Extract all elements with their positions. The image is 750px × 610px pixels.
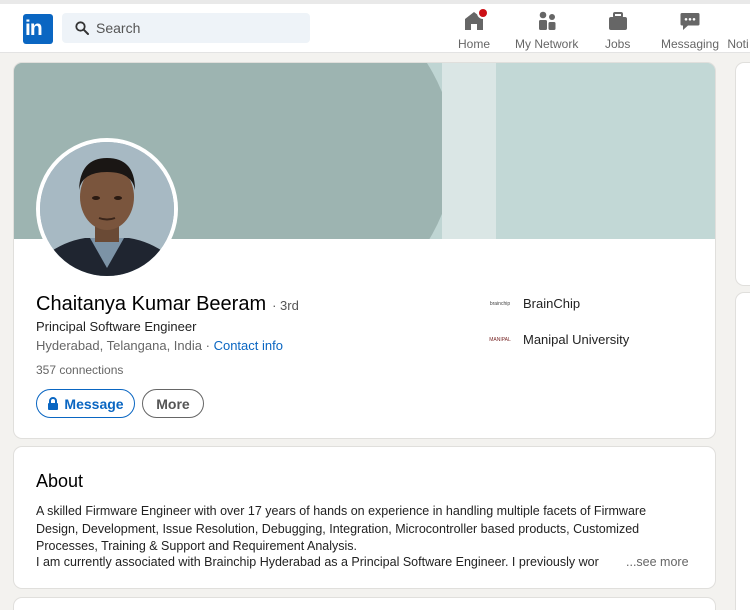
message-button-label: Message xyxy=(64,395,124,412)
education-school-name: Manipal University xyxy=(523,332,630,347)
right-rail-card-2 xyxy=(736,293,750,610)
search-icon xyxy=(75,21,89,35)
brainchip-logo: brainchip xyxy=(489,300,511,307)
education-school[interactable]: MANIPAL Manipal University xyxy=(484,332,629,347)
nav-messaging[interactable]: Messaging xyxy=(661,10,719,51)
more-button[interactable]: More xyxy=(142,389,204,418)
about-title: About xyxy=(36,471,84,491)
profile-avatar[interactable] xyxy=(36,138,178,280)
home-icon xyxy=(463,7,489,32)
profile-name: Chaitanya Kumar Beeram · 3rd xyxy=(36,293,299,316)
top-nav-bar: in Home My Network xyxy=(0,0,750,53)
briefcase-icon xyxy=(607,10,629,32)
nav-home-label: Home xyxy=(458,37,491,51)
nav-my-network-label: My Network xyxy=(515,37,579,51)
network-icon xyxy=(536,10,558,32)
right-rail-card xyxy=(736,63,750,285)
messaging-icon xyxy=(679,10,701,32)
contact-info-link[interactable]: Contact info xyxy=(214,338,283,353)
message-button[interactable]: Message xyxy=(36,389,135,418)
nav-home[interactable]: Home xyxy=(458,7,491,51)
nav-my-network[interactable]: My Network xyxy=(515,10,578,51)
bell-icon xyxy=(727,10,749,32)
profile-photo-image xyxy=(40,142,174,276)
lock-icon xyxy=(48,397,59,410)
next-section-card xyxy=(14,598,715,610)
about-text: A skilled Firmware Engineer with over 17… xyxy=(36,504,647,553)
manipal-logo: MANIPAL xyxy=(489,336,511,343)
profile-card: Chaitanya Kumar Beeram · 3rd Principal So… xyxy=(14,63,715,438)
nav-jobs-label: Jobs xyxy=(605,37,631,51)
nav-jobs[interactable]: Jobs xyxy=(605,10,630,51)
more-button-label: More xyxy=(156,395,190,412)
linkedin-logo[interactable]: in xyxy=(23,14,53,44)
see-more-link[interactable]: ...see more xyxy=(626,554,689,572)
connections-count[interactable]: 357 connections xyxy=(36,363,123,377)
logo-text: in xyxy=(25,17,43,40)
profile-location: Hyderabad, Telangana, India · Contact in… xyxy=(36,338,283,353)
search-box[interactable] xyxy=(62,13,310,43)
nav-notifications-label: Noti xyxy=(727,37,749,51)
current-company-name: BrainChip xyxy=(523,296,581,311)
nav-notifications[interactable]: Noti xyxy=(727,10,749,51)
about-card: About A skilled Firmware Engineer with o… xyxy=(14,447,715,588)
search-input[interactable] xyxy=(96,13,296,43)
nav-messaging-label: Messaging xyxy=(661,37,720,51)
current-company[interactable]: brainchip BrainChip xyxy=(484,296,580,311)
notification-badge xyxy=(477,7,489,19)
location-text: Hyderabad, Telangana, India · xyxy=(36,338,210,353)
profile-name-text: Chaitanya Kumar Beeram xyxy=(36,293,267,315)
about-text-line2: I am currently associated with Brainchip… xyxy=(36,555,599,569)
profile-headline: Principal Software Engineer xyxy=(36,319,197,334)
connection-degree: · 3rd xyxy=(272,298,299,313)
